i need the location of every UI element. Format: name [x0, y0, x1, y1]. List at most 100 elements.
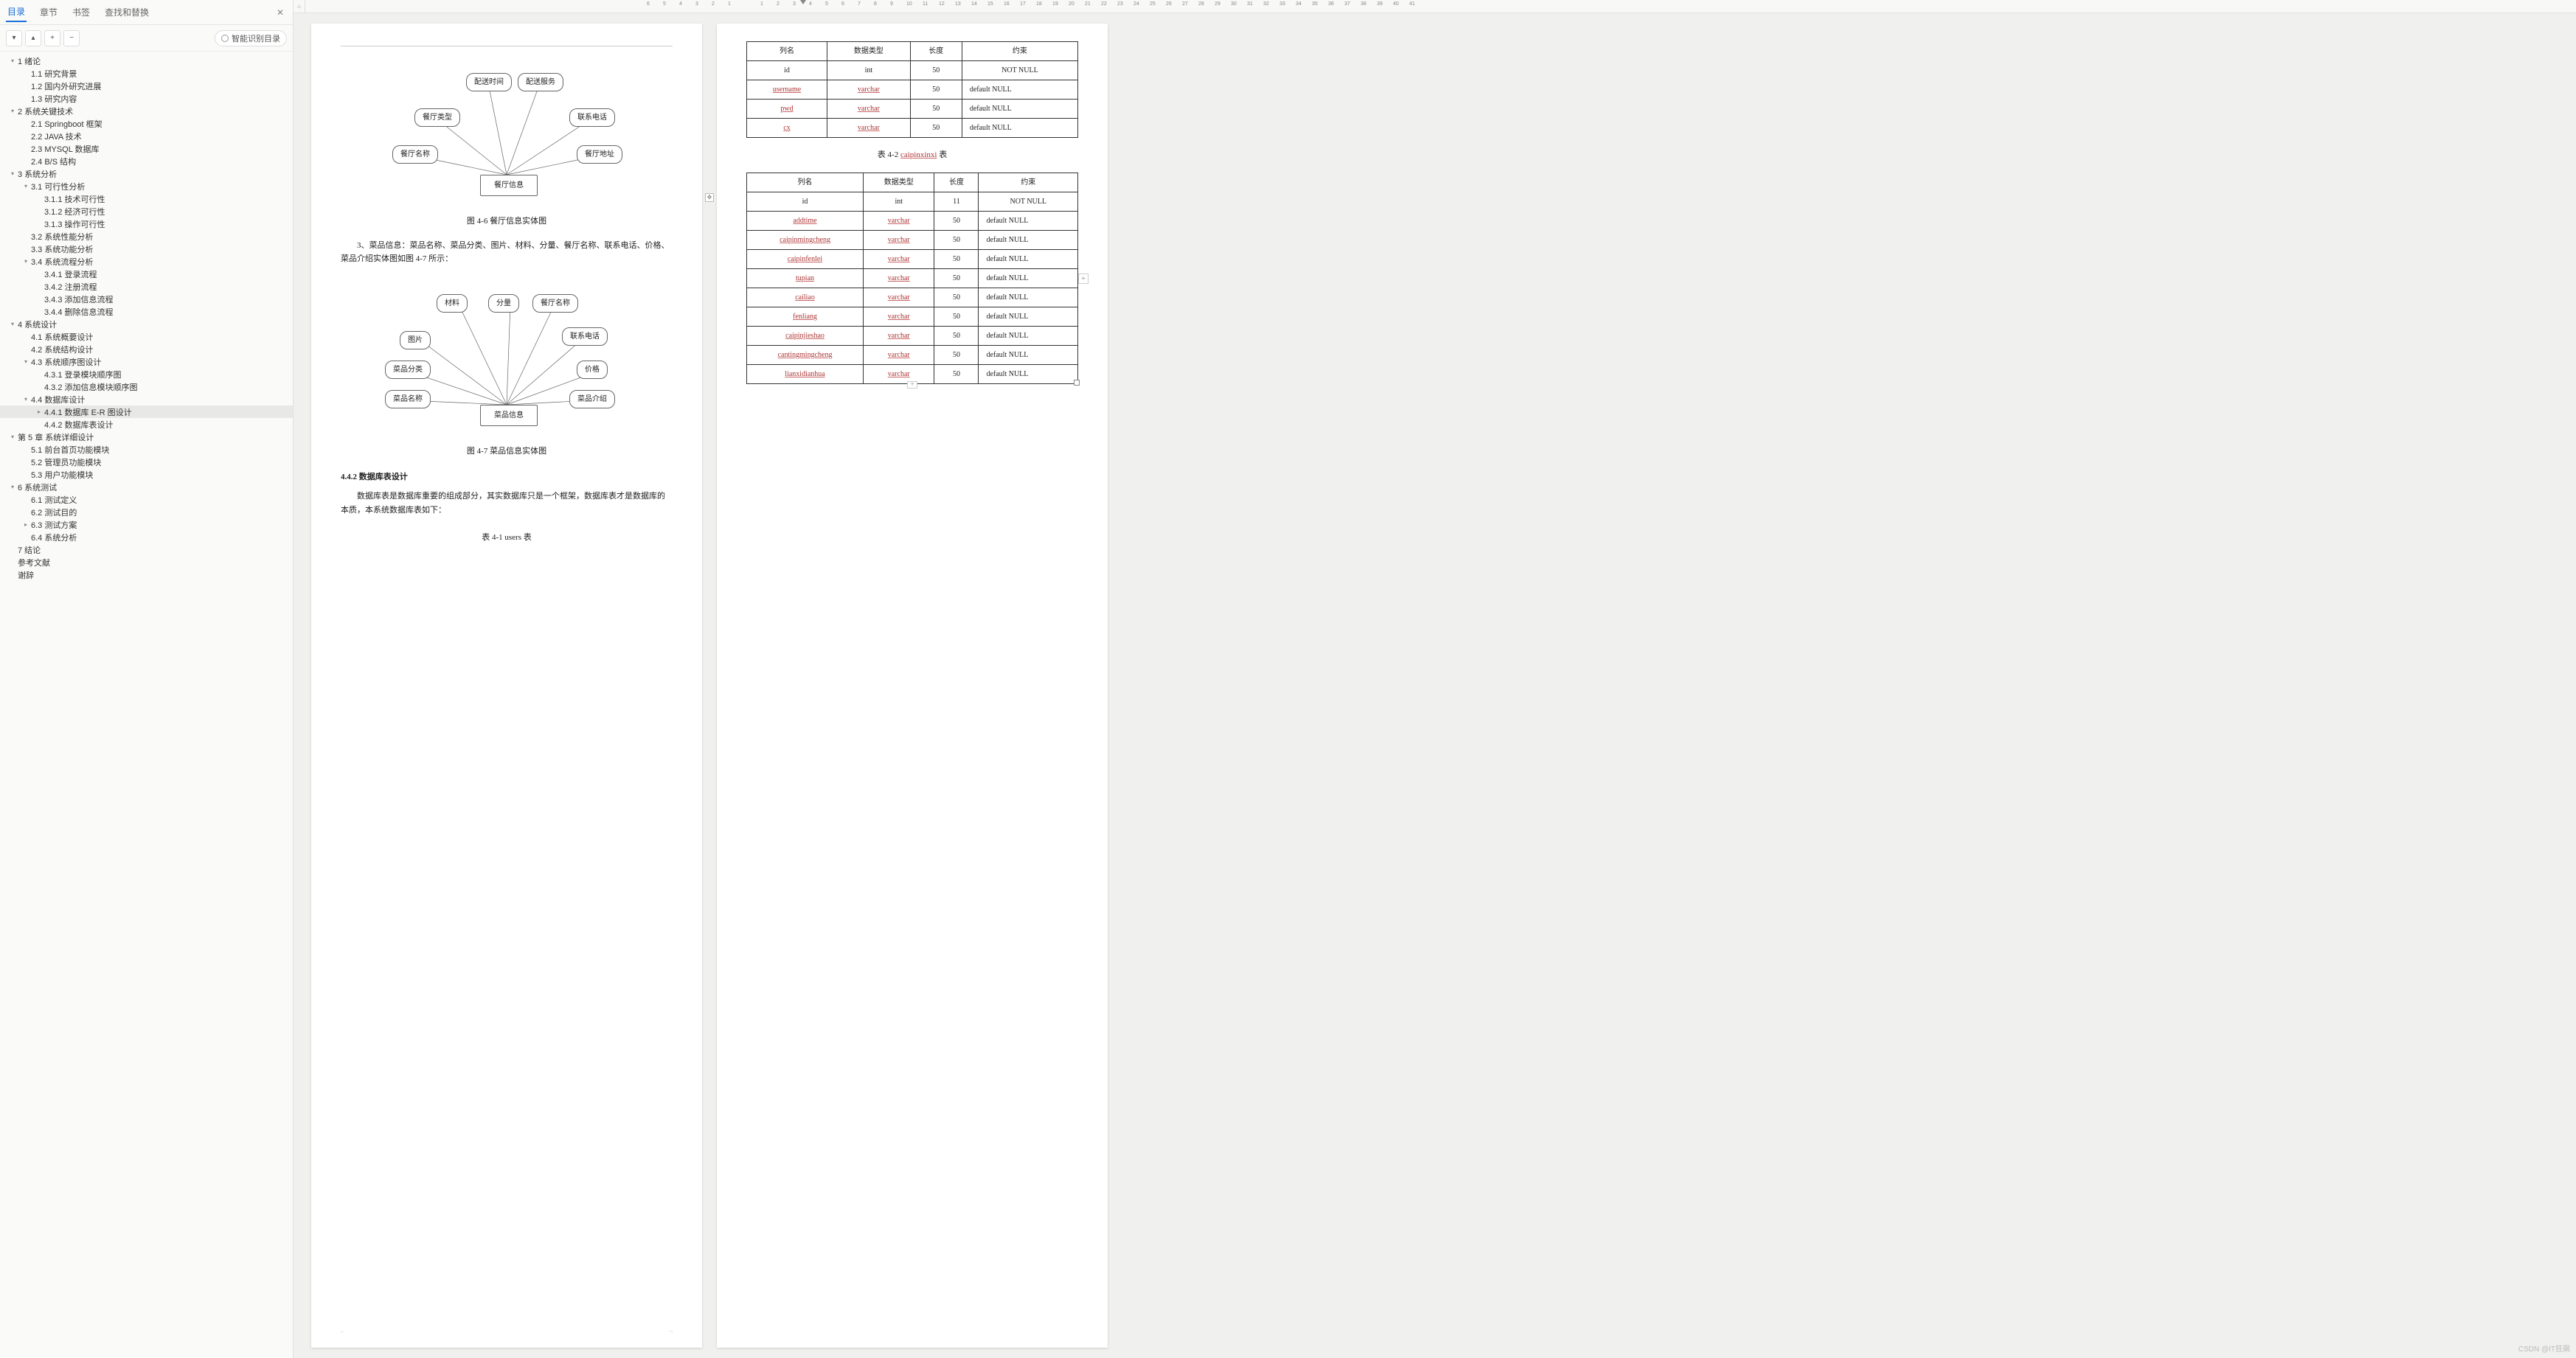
outline-item[interactable]: 参考文献: [0, 556, 293, 568]
table-cell[interactable]: 50: [934, 307, 979, 326]
table-cell[interactable]: varchar: [864, 307, 934, 326]
table-cell[interactable]: int: [827, 61, 911, 80]
table-cell[interactable]: default NULL: [979, 288, 1078, 307]
table-cell[interactable]: 50: [934, 249, 979, 268]
table-row[interactable]: cailiaovarchar50default NULL: [747, 288, 1078, 307]
table-cell[interactable]: varchar: [864, 345, 934, 364]
table-cell[interactable]: 11: [934, 192, 979, 211]
table-cell[interactable]: id: [747, 61, 827, 80]
pages-viewport[interactable]: 餐厅信息餐厅名称餐厅类型配送时间配送服务联系电话餐厅地址 图 4-6 餐厅信息实…: [294, 13, 2576, 1358]
twisty-icon[interactable]: ▾: [22, 258, 29, 265]
table-cell[interactable]: 50: [934, 326, 979, 345]
twisty-icon[interactable]: ▸: [22, 521, 29, 529]
table-cell[interactable]: 50: [934, 230, 979, 249]
horizontal-ruler[interactable]: ⌂ 65432112345678910111213141516171819202…: [294, 0, 2576, 13]
table-cell[interactable]: varchar: [827, 80, 911, 100]
table-4-1-users[interactable]: 列名数据类型长度约束idint50NOT NULLusernamevarchar…: [746, 41, 1078, 138]
outline-item[interactable]: ▸4.4.1 数据库 E-R 图设计: [0, 405, 293, 418]
table-cell[interactable]: 50: [934, 268, 979, 288]
table-cell[interactable]: varchar: [864, 364, 934, 383]
outline-item[interactable]: ▸6.3 测试方案: [0, 518, 293, 531]
tab-find-replace[interactable]: 查找和替换: [103, 3, 150, 21]
outline-item[interactable]: 3.1.3 操作可行性: [0, 217, 293, 230]
table-header-cell[interactable]: 长度: [910, 42, 962, 61]
outline-item[interactable]: 6.2 测试目的: [0, 506, 293, 518]
table-cell[interactable]: default NULL: [979, 268, 1078, 288]
outline-item[interactable]: ▾第 5 章 系统详细设计: [0, 431, 293, 443]
table-cell[interactable]: addtime: [747, 211, 864, 230]
table-cell[interactable]: default NULL: [979, 364, 1078, 383]
table-cell[interactable]: caipinmingcheng: [747, 230, 864, 249]
close-icon[interactable]: ✕: [274, 4, 287, 21]
outline-item[interactable]: 3.4.1 登录流程: [0, 268, 293, 280]
table-cell[interactable]: 50: [934, 211, 979, 230]
table-cell[interactable]: NOT NULL: [979, 192, 1078, 211]
twisty-icon[interactable]: ▾: [9, 170, 16, 178]
twisty-icon[interactable]: ▾: [9, 321, 16, 328]
table-cell[interactable]: varchar: [864, 230, 934, 249]
table-cell[interactable]: caipinfenlei: [747, 249, 864, 268]
table-4-2-caipinxinxi[interactable]: 列名数据类型长度约束idint11NOT NULLaddtimevarchar5…: [746, 173, 1078, 384]
table-cell[interactable]: 50: [934, 345, 979, 364]
outline-item[interactable]: 5.2 管理员功能模块: [0, 456, 293, 468]
outline-item[interactable]: ▾2 系统关键技术: [0, 105, 293, 117]
outline-item[interactable]: 1.2 国内外研究进展: [0, 80, 293, 92]
table-header-cell[interactable]: 长度: [934, 173, 979, 192]
outline-item[interactable]: ▾4.4 数据库设计: [0, 393, 293, 405]
table-row[interactable]: caipinmingchengvarchar50default NULL: [747, 230, 1078, 249]
table-cell[interactable]: caipinjieshao: [747, 326, 864, 345]
outline-item[interactable]: 2.2 JAVA 技术: [0, 130, 293, 142]
table-cell[interactable]: default NULL: [962, 119, 1077, 138]
table-cell[interactable]: fenliang: [747, 307, 864, 326]
outline-item[interactable]: ▾3.1 可行性分析: [0, 180, 293, 192]
table-row[interactable]: fenliangvarchar50default NULL: [747, 307, 1078, 326]
outline-item[interactable]: ▾3.4 系统流程分析: [0, 255, 293, 268]
tab-bookmarks[interactable]: 书签: [71, 3, 91, 21]
table-cell[interactable]: default NULL: [979, 211, 1078, 230]
ruler-caret-icon[interactable]: [800, 0, 806, 4]
table-cell[interactable]: 50: [910, 80, 962, 100]
table-cell[interactable]: id: [747, 192, 864, 211]
twisty-icon[interactable]: ▸: [35, 408, 43, 416]
twisty-icon[interactable]: ▾: [22, 396, 29, 403]
outline-item[interactable]: 4.1 系统概要设计: [0, 330, 293, 343]
table-row[interactable]: addtimevarchar50default NULL: [747, 211, 1078, 230]
tab-chapters[interactable]: 章节: [38, 3, 59, 21]
outline-item[interactable]: 4.4.2 数据库表设计: [0, 418, 293, 431]
outline-item[interactable]: 1.1 研究背景: [0, 67, 293, 80]
table-header-cell[interactable]: 数据类型: [864, 173, 934, 192]
twisty-icon[interactable]: ▾: [9, 108, 16, 115]
table-row[interactable]: cantingmingchengvarchar50default NULL: [747, 345, 1078, 364]
outline-item[interactable]: 5.1 前台首页功能模块: [0, 443, 293, 456]
table-row[interactable]: idint50NOT NULL: [747, 61, 1078, 80]
ai-detect-toc-button[interactable]: 智能识别目录: [215, 30, 287, 46]
table-move-handle[interactable]: ✥: [705, 193, 714, 202]
outline-item[interactable]: ▾4 系统设计: [0, 318, 293, 330]
table-cell[interactable]: 50: [934, 364, 979, 383]
table-cell[interactable]: NOT NULL: [962, 61, 1077, 80]
table-row[interactable]: caipinfenleivarchar50default NULL: [747, 249, 1078, 268]
table-cell[interactable]: lianxidianhua: [747, 364, 864, 383]
table-cell[interactable]: varchar: [864, 268, 934, 288]
table-cell[interactable]: varchar: [827, 100, 911, 119]
table-header-cell[interactable]: 约束: [962, 42, 1077, 61]
outline-item[interactable]: 6.4 系统分析: [0, 531, 293, 543]
level-up-button[interactable]: ▴: [25, 30, 41, 46]
outline-item[interactable]: 2.4 B/S 结构: [0, 155, 293, 167]
twisty-icon[interactable]: ▾: [9, 433, 16, 441]
table-cell[interactable]: default NULL: [979, 307, 1078, 326]
remove-heading-button[interactable]: −: [63, 30, 80, 46]
outline-item[interactable]: 3.2 系统性能分析: [0, 230, 293, 243]
add-row-button[interactable]: +: [1078, 274, 1089, 284]
twisty-icon[interactable]: ▾: [22, 358, 29, 366]
outline-item[interactable]: ▾1 绪论: [0, 55, 293, 67]
outline-item[interactable]: 4.2 系统结构设计: [0, 343, 293, 355]
outline-item[interactable]: 4.3.2 添加信息模块顺序图: [0, 380, 293, 393]
table-header-cell[interactable]: 数据类型: [827, 42, 911, 61]
outline-item[interactable]: 2.1 Springboot 框架: [0, 117, 293, 130]
table-cell[interactable]: tupian: [747, 268, 864, 288]
outline-tree[interactable]: ▾1 绪论1.1 研究背景1.2 国内外研究进展1.3 研究内容▾2 系统关键技…: [0, 52, 293, 1358]
table-cell[interactable]: varchar: [864, 249, 934, 268]
table-header-cell[interactable]: 列名: [747, 42, 827, 61]
table-cell[interactable]: cx: [747, 119, 827, 138]
